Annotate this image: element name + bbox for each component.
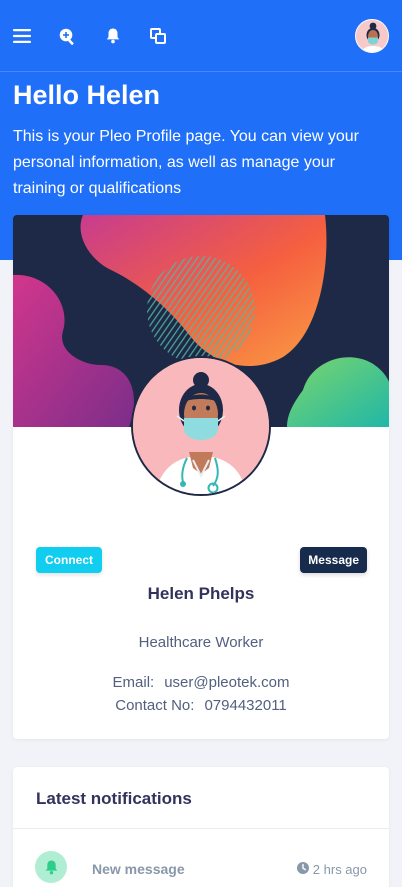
search-zoom-icon[interactable] [57, 26, 77, 46]
clock-icon [296, 862, 309, 877]
contact-value: 0794432011 [204, 697, 287, 714]
email-row: Email: user@pleotek.com [13, 674, 389, 691]
user-avatar[interactable] [355, 19, 389, 53]
message-button[interactable]: Message [300, 547, 367, 573]
contact-row: Contact No: 0794432011 [13, 697, 389, 714]
contact-label: Contact No: [115, 697, 195, 714]
notification-time: 2 hrs ago [296, 862, 367, 877]
profile-photo [131, 356, 271, 496]
notification-text: New message [92, 861, 185, 877]
top-navbar [0, 0, 402, 72]
profile-name: Helen Phelps [147, 584, 255, 603]
notifications-card: Latest notifications New message 2 hrs a… [13, 767, 389, 887]
windows-icon[interactable] [148, 26, 168, 46]
profile-role: Healthcare Worker [138, 634, 264, 651]
bell-icon[interactable] [103, 26, 123, 46]
profile-card: Connect Message Helen Phelps Healthcare … [13, 215, 389, 739]
email-label: Email: [112, 674, 155, 691]
email-value: user@pleotek.com [164, 674, 290, 691]
menu-icon[interactable] [12, 26, 32, 46]
notifications-title: Latest notifications [36, 789, 192, 808]
time-text: 2 hrs ago [312, 862, 367, 877]
bell-icon [35, 851, 67, 883]
list-item[interactable]: New message 2 hrs ago [13, 843, 389, 887]
connect-button[interactable]: Connect [36, 547, 102, 573]
divider [13, 828, 389, 829]
page-title: Hello Helen [13, 80, 161, 110]
page-intro: This is your Pleo Profile page. You can … [13, 128, 359, 197]
